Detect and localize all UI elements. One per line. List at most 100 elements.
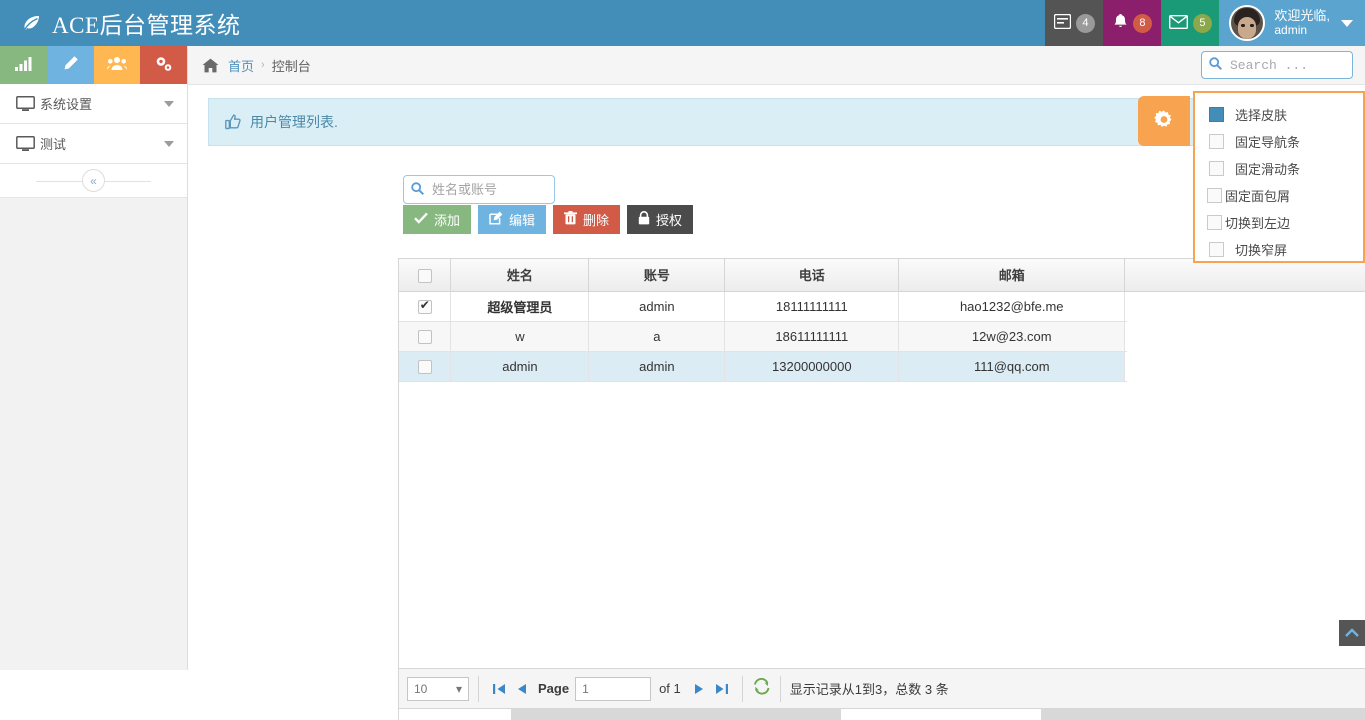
divider (478, 675, 479, 702)
next-page-button[interactable] (689, 677, 711, 701)
select-all-header[interactable] (399, 259, 452, 292)
page-size-value: 10 (414, 681, 428, 696)
cell-email: hao1232@bfe.me (898, 291, 1126, 322)
sidebar-item-system-settings[interactable]: 系统设置 (0, 84, 187, 124)
page-size-select[interactable]: 10 ▾ (407, 676, 469, 701)
column-header-spacer (1124, 259, 1365, 292)
chevron-down-icon (164, 140, 174, 147)
horizontal-scrollbar[interactable] (398, 709, 1365, 720)
authorize-button[interactable]: 授权 (627, 205, 694, 234)
user-name: admin (1274, 23, 1308, 37)
record-info: 显示记录从1到3，总数 3 条 (789, 682, 949, 697)
cell-account: admin (588, 351, 726, 382)
settings-row-fixed-navbar[interactable]: 固定导航条 (1195, 128, 1363, 155)
user-menu[interactable]: 欢迎光临, admin (1219, 0, 1365, 46)
column-header-name[interactable]: 姓名 (450, 259, 590, 292)
chevron-down-icon (1341, 19, 1353, 27)
chart-shortcut[interactable] (0, 46, 47, 84)
cell-account: a (588, 321, 726, 352)
row-select-cell[interactable] (399, 321, 452, 352)
breadcrumb-home[interactable]: 首页 (228, 56, 254, 75)
nav-search-input[interactable] (1228, 56, 1345, 74)
brand-title: ACE后台管理系统 (52, 13, 241, 38)
sidebar-collapse-toggle[interactable]: « (0, 164, 187, 198)
add-button[interactable]: 添加 (403, 205, 472, 234)
messages-button[interactable]: 5 (1161, 0, 1220, 46)
row-checkbox[interactable] (417, 298, 432, 314)
tasks-button[interactable]: 4 (1045, 0, 1104, 46)
messages-badge: 5 (1192, 13, 1212, 33)
users-icon (106, 56, 127, 74)
chevron-down-icon: ▾ (455, 681, 462, 696)
lock-icon (638, 211, 650, 228)
user-greeting: 欢迎光临, (1274, 8, 1330, 23)
row-select-cell[interactable] (399, 291, 452, 322)
home-icon[interactable] (202, 58, 219, 73)
prev-page-button[interactable] (510, 677, 532, 701)
divider (779, 675, 781, 702)
delete-button[interactable]: 删除 (553, 205, 621, 234)
page-number-input[interactable] (575, 676, 652, 701)
cell-name: w (450, 321, 590, 352)
chevron-left-double-icon: « (82, 169, 105, 192)
settings-row-label: 固定导航条 (1235, 135, 1301, 150)
user-table: 姓名 账号 电话 邮箱 超级管理员 admin 18111111111 hao1… (398, 258, 1365, 669)
users-shortcut[interactable] (93, 46, 141, 84)
add-button-label: 添加 (434, 213, 461, 228)
scroll-to-top-button[interactable] (1339, 620, 1365, 646)
settings-row-label: 切换到左边 (1225, 216, 1291, 231)
checkbox[interactable] (1207, 215, 1222, 230)
settings-row-narrow-screen[interactable]: 切换窄屏 (1195, 236, 1363, 263)
top-navbar: ACE后台管理系统 4 8 5 欢迎光临, admin (0, 0, 1365, 46)
select-all-checkbox[interactable] (417, 268, 432, 283)
column-header-account[interactable]: 账号 (588, 259, 726, 292)
desktop-icon (16, 95, 40, 112)
notifications-button[interactable]: 8 (1103, 0, 1162, 46)
edit-button[interactable]: 编辑 (478, 205, 547, 234)
checkbox[interactable] (1209, 161, 1224, 176)
page-total-label: of 1 (659, 681, 681, 696)
delete-button-label: 删除 (583, 213, 610, 228)
settings-gear-button[interactable] (1138, 96, 1190, 146)
scrollbar-segment (399, 709, 511, 720)
sidebar-shortcuts (0, 46, 187, 84)
authorize-button-label: 授权 (656, 213, 683, 228)
column-header-email[interactable]: 邮箱 (898, 259, 1126, 292)
row-checkbox[interactable] (417, 359, 432, 374)
checkbox[interactable] (1207, 188, 1222, 203)
edit-button-label: 编辑 (509, 213, 536, 228)
brand[interactable]: ACE后台管理系统 (0, 0, 700, 46)
settings-row-skin[interactable]: 选择皮肤 (1195, 101, 1363, 128)
skin-swatch[interactable] (1209, 107, 1224, 122)
first-page-button[interactable] (488, 677, 510, 701)
cogs-icon (154, 55, 173, 75)
name-filter[interactable] (403, 175, 555, 204)
action-toolbar: 添加 编辑 删除 授权 (403, 205, 694, 234)
settings-row-switch-left[interactable]: 切换到左边 (1195, 209, 1363, 236)
checkbox[interactable] (1209, 242, 1224, 257)
main-content: 用户管理列表. 添加 编辑 删除 (188, 85, 1365, 720)
tasks-icon (1053, 13, 1072, 32)
settings-row-label: 选择皮肤 (1235, 108, 1288, 123)
desktop-icon (16, 135, 40, 152)
settings-row-fixed-breadcrumb[interactable]: 固定面包屑 (1195, 182, 1363, 209)
gear-icon (1153, 109, 1175, 134)
settings-shortcut[interactable] (140, 46, 187, 84)
sidebar-item-label: 测试 (40, 137, 67, 152)
leaf-icon (20, 12, 42, 34)
row-select-cell[interactable] (399, 351, 452, 382)
refresh-button[interactable] (752, 677, 771, 700)
settings-row-fixed-sidebar[interactable]: 固定滑动条 (1195, 155, 1363, 182)
sidebar-item-test[interactable]: 测试 (0, 124, 187, 164)
check-icon (414, 212, 428, 227)
nav-search[interactable] (1201, 51, 1353, 79)
column-header-phone[interactable]: 电话 (724, 259, 900, 292)
avatar (1229, 5, 1266, 41)
chevron-up-icon (1345, 626, 1359, 641)
last-page-button[interactable] (711, 677, 733, 701)
edit-shortcut[interactable] (46, 46, 94, 84)
settings-row-label: 固定滑动条 (1235, 162, 1301, 177)
checkbox[interactable] (1209, 134, 1224, 149)
name-filter-input[interactable] (430, 181, 547, 198)
row-checkbox[interactable] (417, 329, 432, 344)
